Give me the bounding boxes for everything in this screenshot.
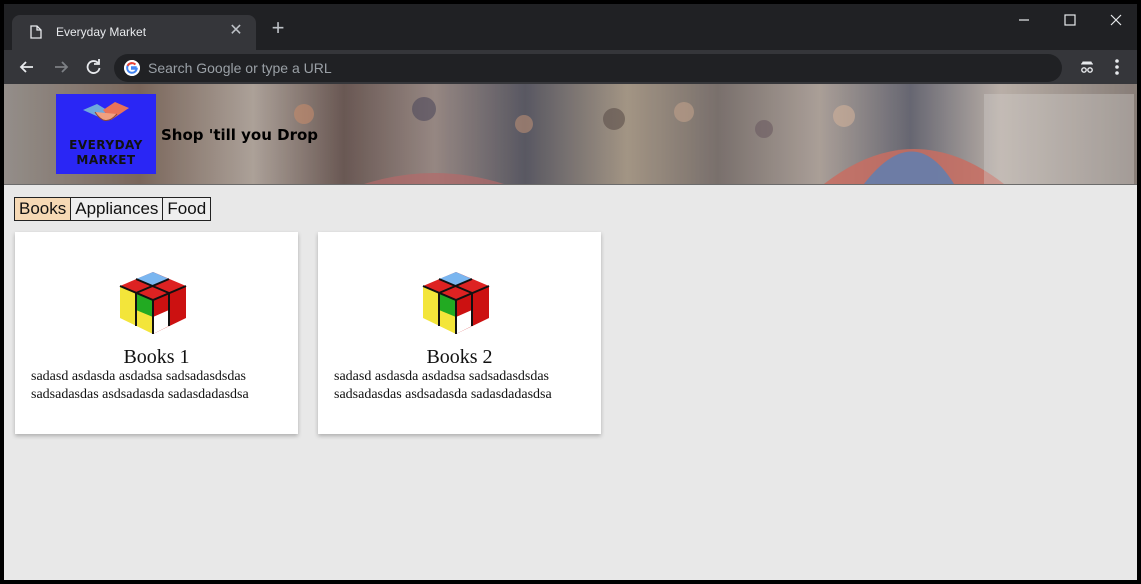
logo-text-line2: MARKET (76, 153, 136, 167)
product-title: Books 2 (426, 346, 493, 368)
back-arrow-icon[interactable] (16, 56, 38, 78)
browser-window: Everyday Market ✕ + Search Google or typ… (4, 4, 1137, 580)
browser-tab[interactable]: Everyday Market ✕ (12, 15, 256, 50)
close-window-icon[interactable] (1106, 10, 1126, 30)
incognito-icon[interactable] (1076, 56, 1098, 78)
category-tabs: Books Appliances Food (14, 197, 212, 221)
document-icon (30, 25, 42, 39)
header-banner: EVERYDAY MARKET Shop 'till you Drop (4, 84, 1137, 185)
site-tagline: Shop 'till you Drop (161, 126, 319, 144)
address-bar[interactable]: Search Google or type a URL (114, 54, 1062, 82)
page-content: EVERYDAY MARKET Shop 'till you Drop Book… (4, 84, 1137, 580)
tab-books[interactable]: Books (14, 197, 72, 221)
forward-arrow-icon[interactable] (50, 56, 72, 78)
close-tab-icon[interactable]: ✕ (228, 23, 244, 39)
rubiks-cube-icon (119, 272, 187, 334)
google-icon (124, 60, 140, 76)
product-card[interactable]: Books 2 sadasd asdasda asdadsa sadsadasd… (318, 232, 601, 434)
product-title: Books 1 (123, 346, 190, 368)
menu-icon[interactable] (1106, 56, 1128, 78)
description-line: sadsadasdas asdsadasda sadasdadasdsa (31, 387, 249, 402)
description-line: sadasd asdasda asdadsa sadsadasdsdas (334, 369, 549, 384)
handshake-icon (83, 102, 129, 121)
tab-appliances[interactable]: Appliances (70, 197, 164, 221)
browser-toolbar: Search Google or type a URL (4, 50, 1137, 84)
minimize-icon[interactable] (1014, 10, 1034, 30)
rubiks-cube-icon (422, 272, 490, 334)
new-tab-button[interactable]: + (268, 17, 288, 39)
tab-title: Everyday Market (56, 25, 147, 39)
logo-text-line1: EVERYDAY (69, 138, 143, 152)
product-description: sadasd asdasda asdadsa sadsadasdsdas sad… (31, 368, 287, 404)
product-card[interactable]: Books 1 sadasd asdasda asdadsa sadsadasd… (15, 232, 298, 434)
tab-food[interactable]: Food (162, 197, 212, 221)
title-bar: Everyday Market ✕ + (4, 4, 1137, 50)
reload-icon[interactable] (82, 56, 104, 78)
site-logo[interactable]: EVERYDAY MARKET (56, 94, 156, 174)
maximize-icon[interactable] (1060, 10, 1080, 30)
description-line: sadasd asdasda asdadsa sadsadasdsdas (31, 369, 246, 384)
address-placeholder: Search Google or type a URL (148, 60, 332, 76)
product-description: sadasd asdasda asdadsa sadsadasdsdas sad… (334, 368, 590, 404)
description-line: sadsadasdas asdsadasda sadasdadasdsa (334, 387, 552, 402)
